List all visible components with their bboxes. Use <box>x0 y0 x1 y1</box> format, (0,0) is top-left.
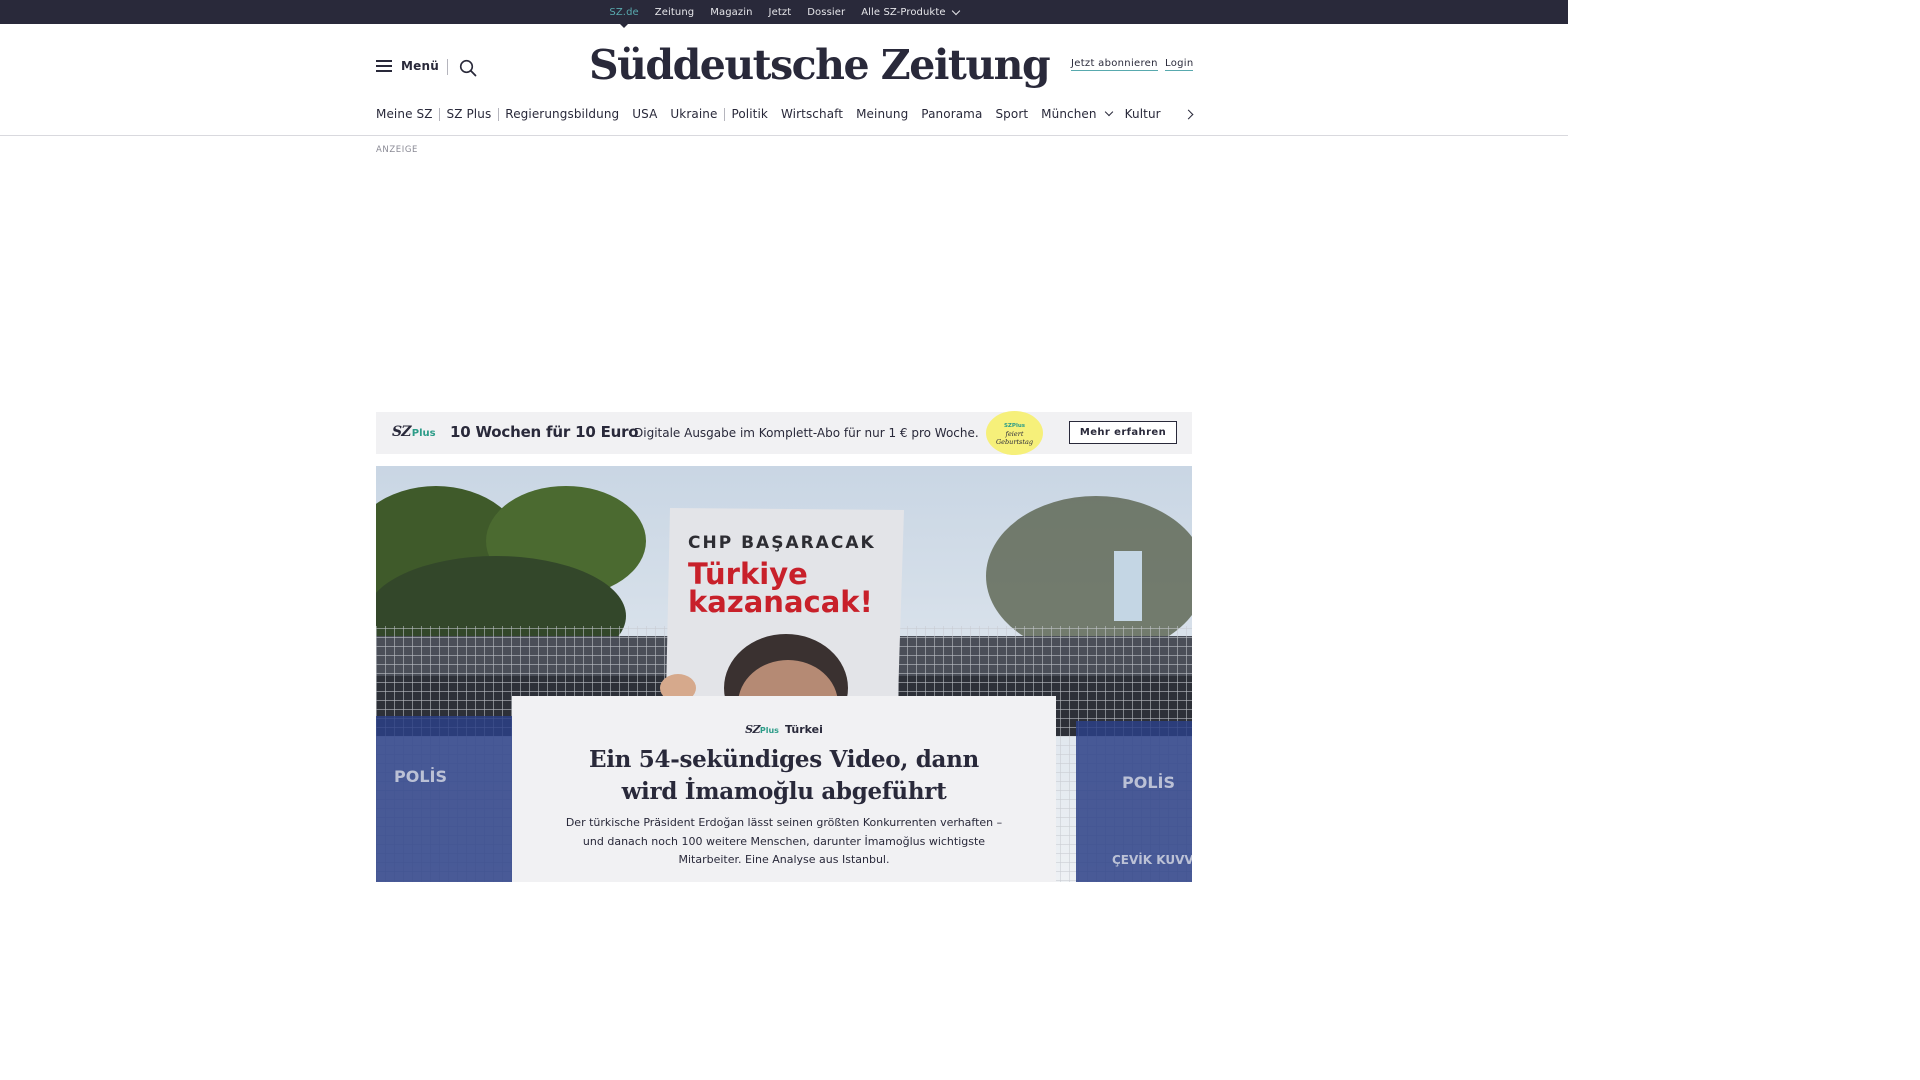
barrier-text-right: POLİS <box>1122 773 1175 792</box>
promo-title: 10 Wochen für 10 Euro <box>450 423 639 441</box>
topbar-link-alle-produkte-label: Alle SZ-Produkte <box>861 6 946 18</box>
menu-label: Menü <box>401 59 439 73</box>
topbar-link-szde[interactable]: SZ.de <box>601 7 646 18</box>
sign-line-1: CHP BAŞARACAK <box>688 533 876 553</box>
birthday-badge: SZPlus feiert Geburtstag <box>986 411 1043 455</box>
badge-logo: SZPlus <box>1004 421 1025 430</box>
sz-plus-logo: SZPlus <box>745 723 779 736</box>
nav-item-usa[interactable]: USA <box>626 107 664 121</box>
topbar-link-jetzt[interactable]: Jetzt <box>761 7 800 18</box>
nav-item-meinung[interactable]: Meinung <box>850 107 915 121</box>
menu-button[interactable]: Menü <box>376 59 439 73</box>
barrier-text-bottom: ÇEVİK KUVVET <box>1112 852 1192 867</box>
hamburger-icon <box>376 60 392 72</box>
nav-item-ukraine[interactable]: Ukraine <box>664 107 724 121</box>
nav-item-wirtschaft[interactable]: Wirtschaft <box>774 107 849 121</box>
search-icon[interactable] <box>459 59 477 77</box>
subscribe-link[interactable]: Jetzt abonnieren <box>1071 58 1158 71</box>
nav-item-muenchen[interactable]: München <box>1035 107 1118 121</box>
top-product-bar: SZ.de Zeitung Magazin Jetzt Dossier Alle… <box>0 0 1568 24</box>
nav-item-muenchen-label: München <box>1041 107 1097 121</box>
login-link[interactable]: Login <box>1165 58 1194 71</box>
nav-item-panorama[interactable]: Panorama <box>915 107 989 121</box>
sign-line-3: kazanacak! <box>688 585 873 619</box>
topbar-link-magazin[interactable]: Magazin <box>702 7 760 18</box>
badge-logo-sz: SZ <box>1003 422 1012 429</box>
lead-article-teaser[interactable]: SZPlus Türkei Ein 54-sekündiges Video, d… <box>512 696 1056 882</box>
badge-line-2: Geburtstag <box>995 437 1034 446</box>
teaser-headline[interactable]: Ein 54-sekündiges Video, dann wird İmamo… <box>572 744 996 808</box>
main-navigation: Meine SZ SZ Plus Regierungsbildung USA U… <box>376 106 1167 122</box>
teaser-plus-text: Plus <box>759 726 779 735</box>
more-info-button[interactable]: Mehr erfahren <box>1069 421 1177 444</box>
nav-item-regierungsbildung[interactable]: Regierungsbildung <box>499 107 626 121</box>
sz-plus-logo-plus: Plus <box>411 428 436 439</box>
sz-plus-logo: SZPlus <box>392 424 436 440</box>
site-header: Menü Süddeutsche Zeitung Jetzt abonniere… <box>0 24 1568 136</box>
teaser-sz-text: SZ <box>745 723 760 736</box>
nav-item-sport[interactable]: Sport <box>989 107 1035 121</box>
topbar-link-zeitung[interactable]: Zeitung <box>647 7 702 18</box>
topbar-link-dossier[interactable]: Dossier <box>799 7 853 18</box>
teaser-meta: SZPlus Türkei <box>512 723 1056 736</box>
chevron-down-icon <box>1104 107 1113 117</box>
nav-item-sz-plus[interactable]: SZ Plus <box>440 107 498 121</box>
chevron-down-icon <box>951 6 960 15</box>
badge-line-1: feiert <box>1005 429 1024 438</box>
promo-text: Digitale Ausgabe im Komplett-Abo für nur… <box>634 426 979 440</box>
site-logo[interactable]: Süddeutsche Zeitung <box>589 38 1051 92</box>
sz-plus-promo-banner[interactable]: SZPlus 10 Wochen für 10 Euro Digitale Au… <box>376 411 1192 455</box>
teaser-summary: Der türkische Präsident Erdoğan lässt se… <box>565 816 1003 866</box>
badge-logo-plus: Plus <box>1011 422 1026 429</box>
header-divider <box>447 59 448 75</box>
ad-label: ANZEIGE <box>376 145 419 155</box>
topbar-link-alle-produkte[interactable]: Alle SZ-Produkte <box>853 6 966 18</box>
nav-item-kultur[interactable]: Kultur <box>1118 107 1167 121</box>
nav-item-meine-sz[interactable]: Meine SZ <box>376 107 439 121</box>
nav-scroll-right-icon[interactable] <box>1185 108 1195 120</box>
sz-plus-logo-sz: SZ <box>392 424 412 440</box>
barrier-text-left: POLİS <box>394 767 447 786</box>
teaser-topic: Türkei <box>784 723 823 736</box>
nav-item-politik[interactable]: Politik <box>725 107 775 121</box>
